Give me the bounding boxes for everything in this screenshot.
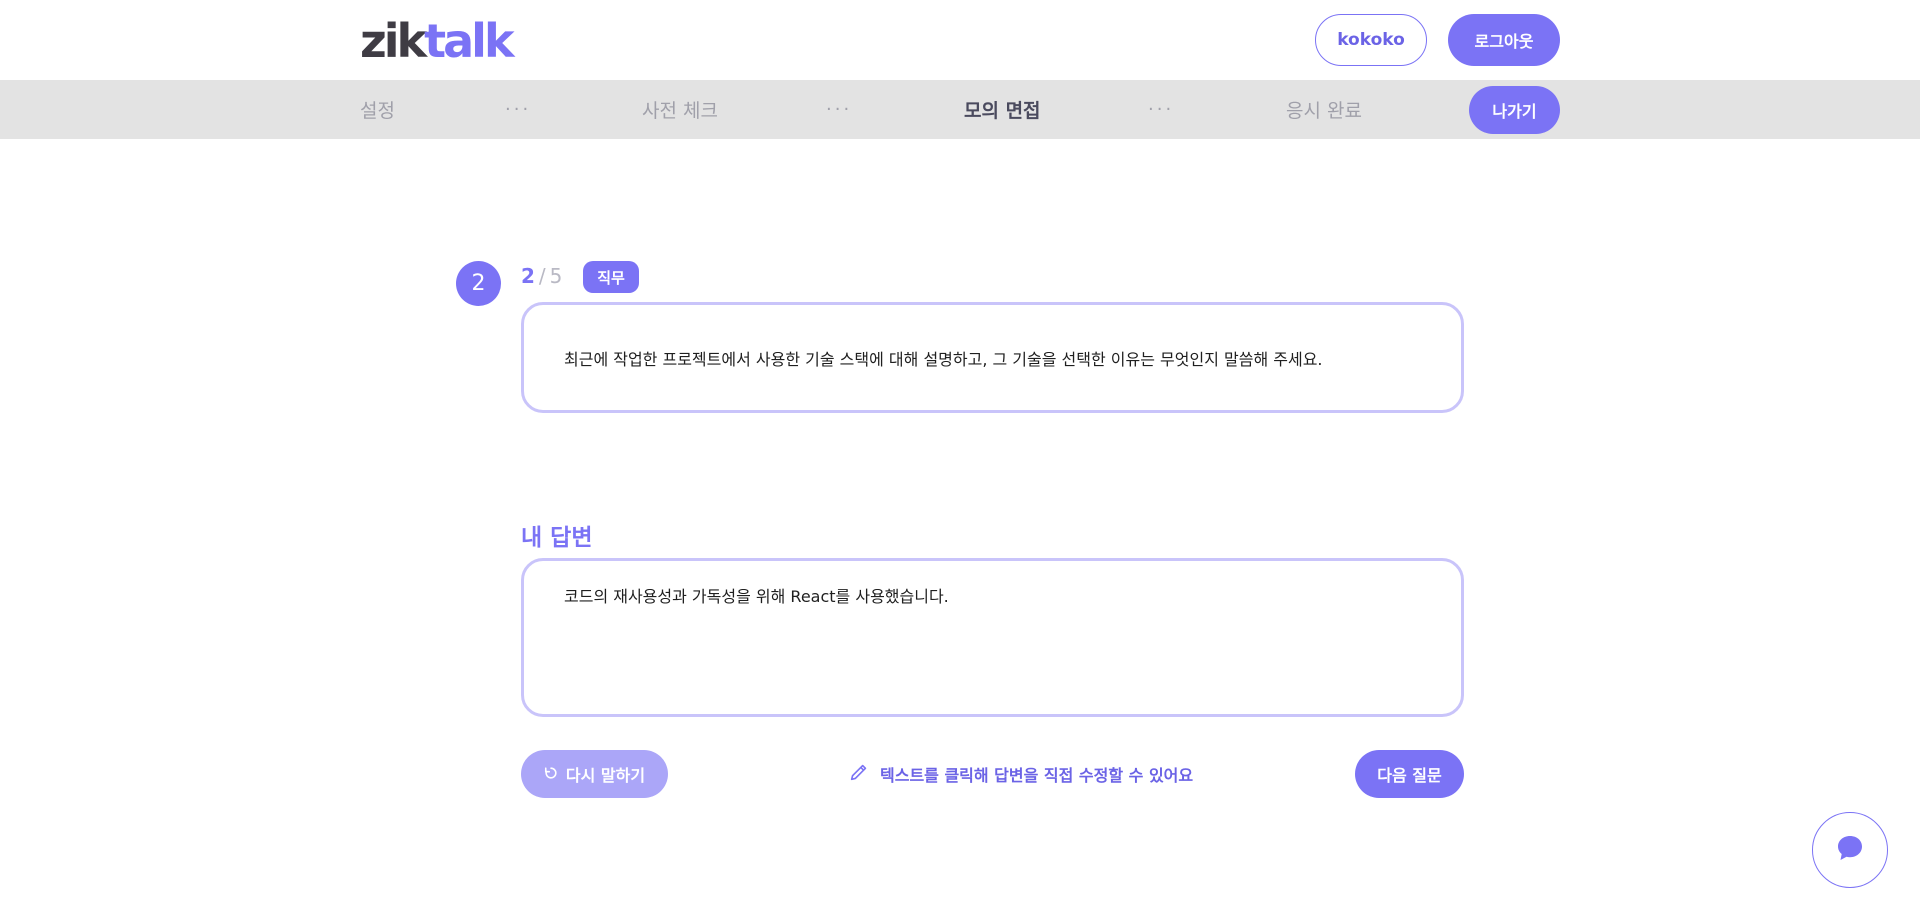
- question-progress-separator: /: [538, 264, 546, 288]
- question-card: 최근에 작업한 프로젝트에서 사용한 기술 스택에 대해 설명하고, 그 기술을…: [521, 302, 1464, 413]
- step-complete: 응시 완료: [1286, 100, 1362, 122]
- chat-button[interactable]: [1812, 812, 1888, 888]
- refresh-icon: [544, 765, 558, 784]
- question-current: 2: [521, 264, 535, 288]
- step-settings: 설정: [360, 100, 395, 122]
- question-category-tag: 직무: [583, 261, 639, 293]
- logout-button[interactable]: 로그아웃: [1448, 14, 1560, 66]
- step-separator: ···: [826, 99, 853, 120]
- edit-hint: 텍스트를 클릭해 답변을 직접 수정할 수 있어요: [848, 760, 1193, 788]
- next-question-button[interactable]: 다음 질문: [1355, 750, 1464, 798]
- answer-text-field[interactable]: 코드의 재사용성과 가독성을 위해 React를 사용했습니다.: [521, 558, 1464, 717]
- logo-text-talk: talk: [424, 14, 514, 68]
- pencil-icon: [848, 761, 870, 787]
- question-number-badge: 2: [456, 261, 501, 306]
- retry-button-label: 다시 말하기: [565, 766, 646, 785]
- logo-text-zik: zik: [360, 14, 427, 68]
- answer-text[interactable]: 코드의 재사용성과 가독성을 위해 React를 사용했습니다.: [564, 587, 949, 606]
- user-profile-button[interactable]: kokoko: [1315, 14, 1427, 66]
- header: zik talk kokoko 로그아웃: [0, 0, 1920, 80]
- answer-title: 내 답변: [521, 525, 593, 551]
- edit-hint-text: 텍스트를 클릭해 답변을 직접 수정할 수 있어요: [880, 766, 1194, 785]
- ziktalk-logo[interactable]: zik talk: [360, 14, 515, 68]
- step-separator: ···: [505, 99, 532, 120]
- step-precheck: 사전 체크: [642, 100, 718, 122]
- exit-button[interactable]: 나가기: [1469, 86, 1560, 134]
- progress-step-bar: 설정 ··· 사전 체크 ··· 모의 면접 ··· 응시 완료 나가기: [0, 80, 1920, 139]
- step-mock-interview: 모의 면접: [964, 100, 1041, 122]
- retry-button[interactable]: 다시 말하기: [521, 750, 668, 798]
- question-progress: 2 / 5: [521, 264, 562, 288]
- step-separator: ···: [1148, 99, 1175, 120]
- chat-bubble-icon: [1834, 832, 1866, 868]
- question-total: 5: [549, 264, 563, 288]
- question-text: 최근에 작업한 프로젝트에서 사용한 기술 스택에 대해 설명하고, 그 기술을…: [564, 349, 1323, 369]
